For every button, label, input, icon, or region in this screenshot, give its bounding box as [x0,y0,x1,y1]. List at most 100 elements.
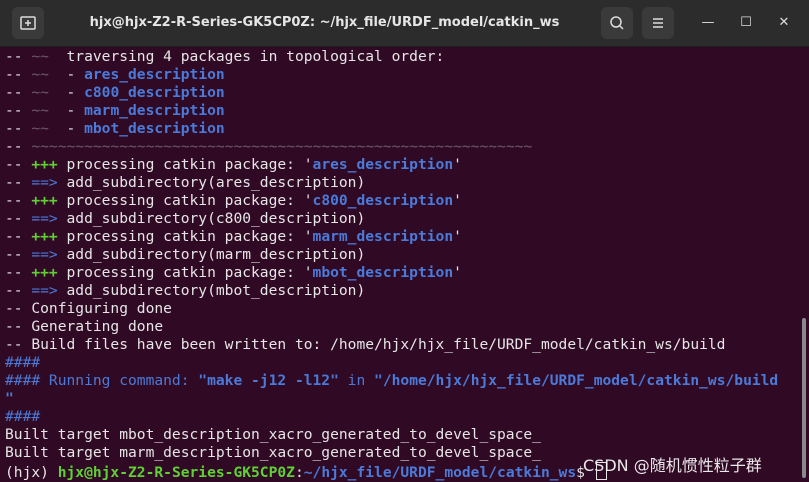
terminal-line: " [5,390,805,408]
terminal-text: +++ [31,264,58,281]
terminal-text: - [48,102,85,119]
terminal-line: -- ~~ - ares_description [5,66,805,84]
prompt-user-host: hjx@hjx-Z2-R-Series-GK5CP0Z [57,464,295,481]
terminal-text: -- [5,246,32,263]
terminal-text: c800_description [84,84,225,101]
terminal-text: -- [5,156,32,173]
search-button[interactable] [601,7,633,39]
terminal-text: ~~ [31,66,49,83]
terminal-text: "make -j12 -l12" [198,372,339,389]
terminal-text: -- [5,84,32,101]
terminal-line: -- +++ processing catkin package: 'marm_… [5,228,805,246]
terminal-line: #### [5,354,805,372]
terminal-text: traversing 4 packages in topological ord… [48,48,445,65]
terminal-text: -- [5,138,32,155]
terminal-text: marm_description [312,228,454,245]
terminal-line: -- ~~ - c800_description [5,84,805,102]
terminal-text: ' [453,192,462,209]
terminal-text: "/home/hjx/hjx_file/URDF_model/catkin_ws… [374,372,779,389]
terminal-text: #### Running command: [5,372,199,389]
terminal-text: marm_description [84,102,225,119]
terminal-text: -- [5,102,32,119]
maximize-button[interactable]: ☐ [734,11,758,35]
prompt-sep: : [294,464,304,481]
terminal-text: -- [5,120,32,137]
new-tab-button[interactable] [12,7,44,39]
terminal-text: -- [5,48,32,65]
terminal-text: -- [5,192,32,209]
new-tab-icon [20,16,36,30]
terminal-text: add_subdirectory(mbot_description) [57,282,366,299]
title-bar: hjx@hjx-Z2-R-Series-GK5CP0Z: ~/hjx_file/… [0,0,809,47]
terminal-text: mbot_description [312,264,454,281]
terminal-text: -- Generating done [5,318,164,335]
terminal-text: ==> [31,282,58,299]
terminal-text: ~~ [31,120,49,137]
terminal-text: #### [5,408,41,425]
terminal-text: ~~ [31,102,49,119]
terminal-text: c800_description [312,192,454,209]
minimize-button[interactable]: — [696,11,720,35]
terminal-text: ==> [31,174,58,191]
terminal-text: ares_description [312,156,454,173]
watermark: CSDN @随机惯性粒子群 [583,456,762,475]
terminal-text: ==> [31,210,58,227]
terminal-text: - [48,84,85,101]
terminal-line: #### Running command: "make -j12 -l12" i… [5,372,805,390]
terminal-text: ~~ [31,48,49,65]
prompt-env: (hjx) [5,464,58,481]
terminal-text: add_subdirectory(marm_description) [57,246,366,263]
scrollbar[interactable] [802,318,806,478]
close-button[interactable]: ✕ [772,11,796,35]
terminal-text: -- Build files have been written to: /ho… [5,336,726,353]
terminal-text: add_subdirectory(ares_description) [57,174,366,191]
terminal-window: hjx@hjx-Z2-R-Series-GK5CP0Z: ~/hjx_file/… [0,0,809,482]
terminal-line: -- ==> add_subdirectory(marm_description… [5,246,805,264]
terminal-line: -- +++ processing catkin package: 'c800_… [5,192,805,210]
terminal-line: Built target mbot_description_xacro_gene… [5,426,805,444]
terminal-text: Built target mbot_description_xacro_gene… [5,426,541,443]
terminal-text: mbot_description [84,120,225,137]
terminal-text: processing catkin package: ' [57,192,313,209]
terminal-text: add_subdirectory(c800_description) [57,210,366,227]
terminal-text: Built target marm_description_xacro_gene… [5,444,541,461]
terminal-text: - [48,66,85,83]
terminal-text: ' [453,264,462,281]
terminal-line: -- ~~~~~~~~~~~~~~~~~~~~~~~~~~~~~~~~~~~~~… [5,138,805,156]
terminal-line: -- ==> add_subdirectory(c800_description… [5,210,805,228]
window-title: hjx@hjx-Z2-R-Series-GK5CP0Z: ~/hjx_file/… [89,15,560,30]
menu-button[interactable] [642,7,674,39]
terminal-text: -- [5,66,32,83]
terminal-text: ares_description [84,66,225,83]
terminal-line: -- Build files have been written to: /ho… [5,336,805,354]
terminal-line: -- ~~ traversing 4 packages in topologic… [5,48,805,66]
terminal-text: +++ [31,192,58,209]
terminal-output[interactable]: -- ~~ traversing 4 packages in topologic… [5,48,805,482]
terminal-line: -- +++ processing catkin package: 'ares_… [5,156,805,174]
terminal-text: " [5,390,14,407]
terminal-text: ==> [31,246,58,263]
terminal-line: #### [5,408,805,426]
terminal-line: -- Configuring done [5,300,805,318]
prompt-path: ~/hjx_file/URDF_model/catkin_ws [303,464,577,481]
terminal-text: -- [5,210,32,227]
terminal-line: -- ~~ - marm_description [5,102,805,120]
search-icon [610,16,624,30]
terminal-text: - [48,120,85,137]
terminal-line: -- Generating done [5,318,805,336]
terminal-text: ' [453,156,462,173]
terminal-line: -- ==> add_subdirectory(ares_description… [5,174,805,192]
terminal-text: +++ [31,156,58,173]
terminal-text: #### [5,354,41,371]
terminal-text: -- Configuring done [5,300,172,317]
terminal-line: -- ~~ - mbot_description [5,120,805,138]
terminal-text: ' [453,228,462,245]
terminal-text: ~~ [31,84,49,101]
terminal-line: -- +++ processing catkin package: 'mbot_… [5,264,805,282]
terminal-text: -- [5,174,32,191]
terminal-text: +++ [31,228,58,245]
terminal-text: ~~~~~~~~~~~~~~~~~~~~~~~~~~~~~~~~~~~~~~~~… [31,138,533,155]
hamburger-menu-icon [653,18,663,28]
terminal-text: processing catkin package: ' [57,264,313,281]
terminal-text: -- [5,282,32,299]
